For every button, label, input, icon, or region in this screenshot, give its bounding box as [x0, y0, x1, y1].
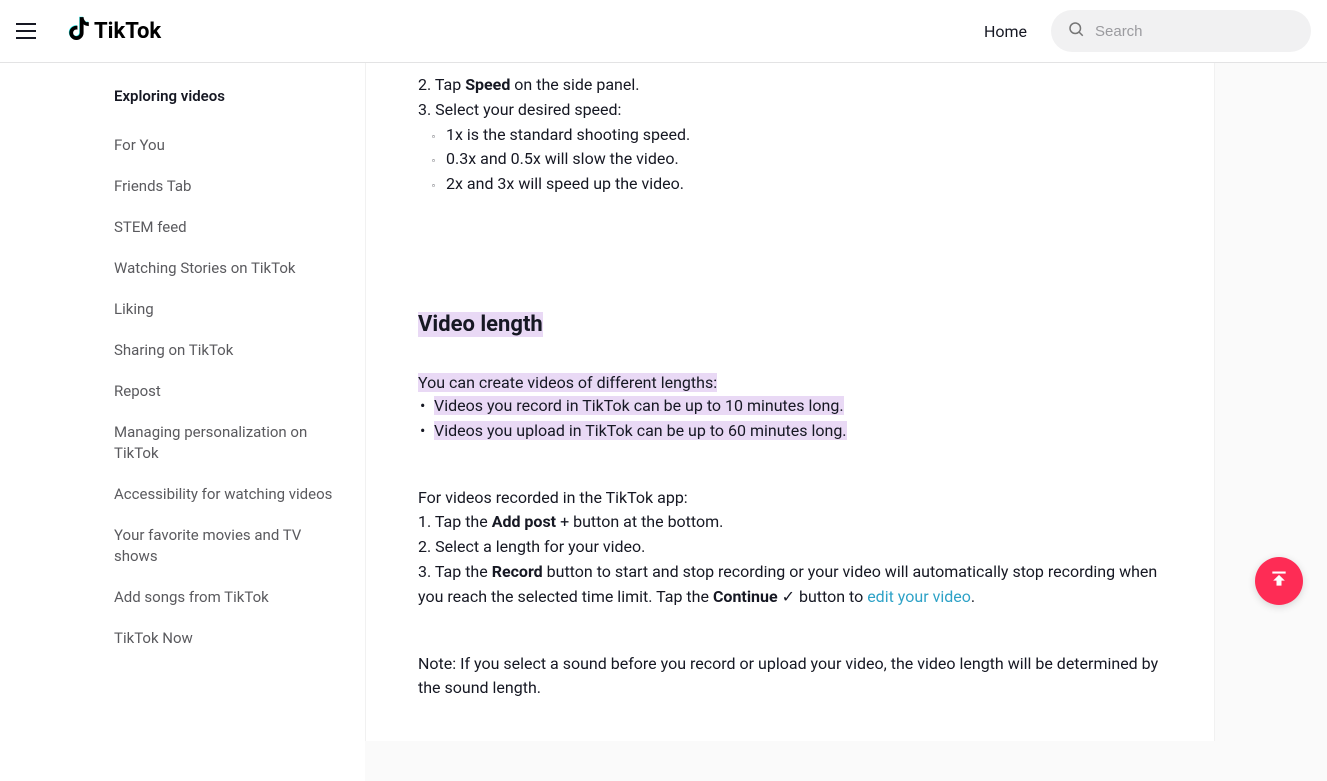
- video-length-intro: You can create videos of different lengt…: [418, 373, 1182, 392]
- sidebar-item-add-songs[interactable]: Add songs from TikTok: [114, 577, 365, 618]
- record-step-3: 3. Tap the Record button to start and st…: [418, 560, 1182, 610]
- search-box[interactable]: [1051, 10, 1311, 52]
- search-input[interactable]: [1095, 23, 1295, 40]
- sidebar-item-personalization[interactable]: Managing personalization on TikTok: [114, 412, 365, 474]
- arrow-up-icon: [1269, 569, 1289, 593]
- header-left: TikTok: [16, 15, 161, 47]
- record-step-2: 2. Select a length for your video.: [418, 535, 1182, 560]
- sidebar-item-sharing[interactable]: Sharing on TikTok: [114, 330, 365, 371]
- sidebar-item-stem-feed[interactable]: STEM feed: [114, 207, 365, 248]
- logo-text: TikTok: [94, 19, 161, 44]
- sidebar: Exploring videos For You Friends Tab STE…: [0, 63, 365, 781]
- sidebar-item-repost[interactable]: Repost: [114, 371, 365, 412]
- content-wrap: Exploring videos For You Friends Tab STE…: [0, 63, 1327, 781]
- header: TikTok Home: [0, 0, 1327, 63]
- record-step-1: 1. Tap the Add post + button at the bott…: [418, 510, 1182, 535]
- speed-step-2: 2. Tap Speed on the side panel.: [418, 73, 1182, 98]
- home-link[interactable]: Home: [984, 22, 1027, 41]
- speed-options: 1x is the standard shooting speed. 0.3x …: [418, 123, 1182, 197]
- sidebar-list: For You Friends Tab STEM feed Watching S…: [114, 125, 365, 659]
- logo[interactable]: TikTok: [68, 15, 161, 47]
- sidebar-item-watching-stories[interactable]: Watching Stories on TikTok: [114, 248, 365, 289]
- back-to-top-button[interactable]: [1255, 557, 1303, 605]
- section-heading-video-length: Video length: [418, 312, 543, 337]
- main: 2. Tap Speed on the side panel. 3. Selec…: [365, 63, 1327, 781]
- speed-option: 2x and 3x will speed up the video.: [432, 172, 1182, 197]
- header-right: Home: [984, 10, 1311, 52]
- sidebar-item-tiktok-now[interactable]: TikTok Now: [114, 618, 365, 659]
- sidebar-item-for-you[interactable]: For You: [114, 125, 365, 166]
- sidebar-item-accessibility[interactable]: Accessibility for watching videos: [114, 474, 365, 515]
- sidebar-item-liking[interactable]: Liking: [114, 289, 365, 330]
- video-length-list: Videos you record in TikTok can be up to…: [418, 394, 1182, 444]
- list-item: Videos you record in TikTok can be up to…: [418, 394, 1182, 419]
- list-item: Videos you upload in TikTok can be up to…: [418, 419, 1182, 444]
- sidebar-item-friends-tab[interactable]: Friends Tab: [114, 166, 365, 207]
- note: Note: If you select a sound before you r…: [418, 652, 1182, 702]
- tiktok-icon: [68, 15, 90, 47]
- search-icon: [1067, 20, 1085, 42]
- speed-option: 1x is the standard shooting speed.: [432, 123, 1182, 148]
- article: 2. Tap Speed on the side panel. 3. Selec…: [365, 63, 1215, 741]
- menu-icon[interactable]: [16, 23, 36, 39]
- edit-video-link[interactable]: edit your video: [867, 587, 971, 606]
- speed-option: 0.3x and 0.5x will slow the video.: [432, 147, 1182, 172]
- speed-step-3: 3. Select your desired speed:: [418, 98, 1182, 123]
- sidebar-heading: Exploring videos: [114, 87, 365, 105]
- recorded-intro: For videos recorded in the TikTok app:: [418, 486, 1182, 511]
- sidebar-item-movies-tv[interactable]: Your favorite movies and TV shows: [114, 515, 365, 577]
